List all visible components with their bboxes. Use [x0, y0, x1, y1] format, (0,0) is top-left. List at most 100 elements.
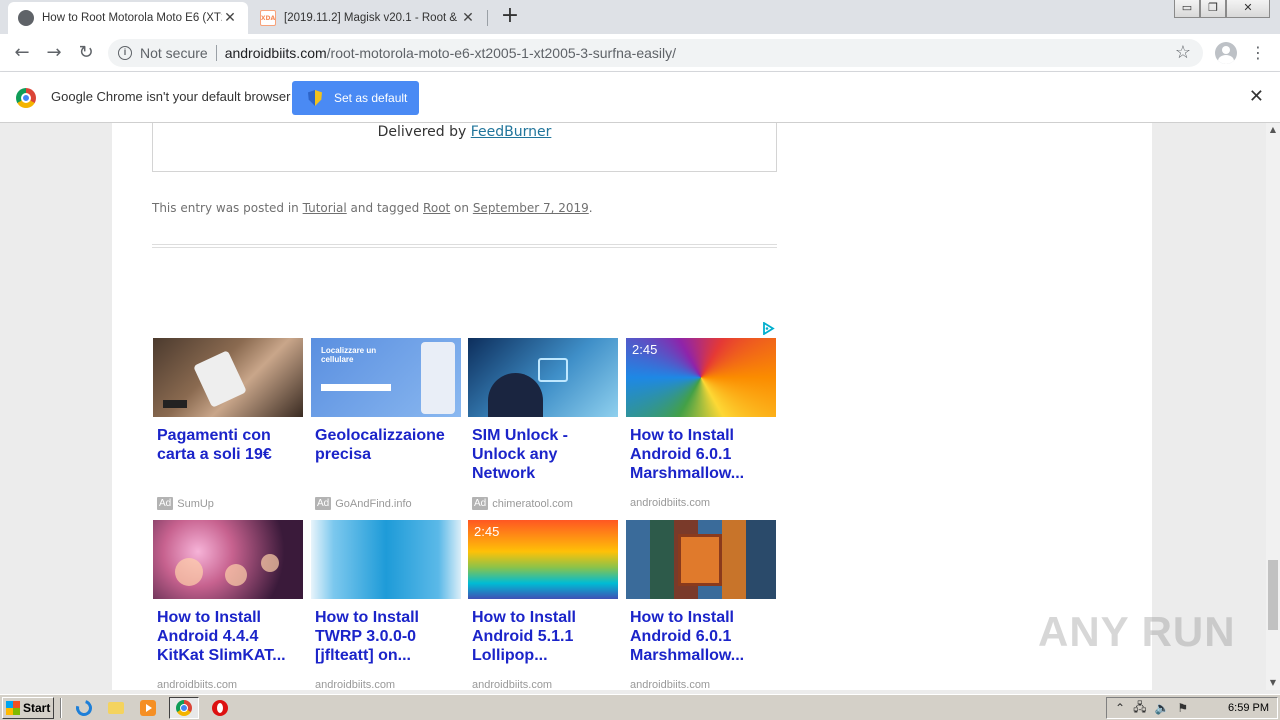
ad-source: androidbiits.com — [626, 679, 778, 690]
anyrun-watermark: ANY RUN — [1038, 608, 1236, 655]
ad-thumbnail[interactable]: 2:45 — [626, 338, 776, 417]
browser-toolbar: ← → ↻ i Not secure androidbiits.com/root… — [0, 34, 1280, 72]
tag-link[interactable]: Root — [423, 201, 450, 215]
category-link[interactable]: Tutorial — [303, 201, 347, 215]
uac-shield-icon — [308, 90, 322, 106]
volume-icon[interactable]: 🔈 — [1154, 701, 1169, 715]
ad-badge: Ad — [472, 497, 489, 510]
ad-card-sumup[interactable]: Pagamenti con carta a soli 19€ Ad SumUp — [153, 338, 305, 510]
ad-headline[interactable]: How to Install Android 5.1.1 Lollipop... — [468, 608, 620, 666]
chrome-logo-icon — [16, 88, 36, 108]
tab-close-icon[interactable]: ✕ — [222, 10, 238, 26]
ad-badge: Ad — [157, 497, 174, 510]
tab-strip: How to Root Motorola Moto E6 (XT2005 ✕ X… — [0, 0, 1280, 34]
ad-thumbnail[interactable] — [153, 338, 303, 417]
scroll-thumb[interactable] — [1268, 560, 1278, 630]
ad-thumbnail[interactable] — [153, 520, 303, 599]
related-card-kitkat[interactable]: How to Install Android 4.4.4 KitKat Slim… — [153, 520, 305, 690]
url-host: androidbiits.com — [224, 45, 327, 61]
chrome-taskbar-icon[interactable] — [169, 696, 199, 719]
windows-logo-icon — [6, 700, 20, 715]
ad-source-name: GoAndFind.info — [335, 497, 412, 510]
scroll-down-arrow-icon[interactable]: ▼ — [1266, 676, 1280, 690]
ad-source-name: androidbiits.com — [315, 679, 396, 690]
back-button[interactable]: ← — [10, 41, 34, 65]
entry-meta: This entry was posted in Tutorial and ta… — [152, 201, 593, 215]
date-link[interactable]: September 7, 2019 — [473, 201, 589, 215]
feedburner-link[interactable]: FeedBurner — [471, 124, 552, 140]
tab-title: How to Root Motorola Moto E6 (XT2005 — [42, 12, 222, 24]
internet-explorer-icon[interactable] — [73, 696, 95, 719]
thumbnail-text: Localizzare un cellulare — [321, 346, 377, 364]
ad-headline[interactable]: How to Install Android 4.4.4 KitKat Slim… — [153, 608, 305, 666]
network-icon[interactable]: 🖧 — [1133, 698, 1146, 719]
set-as-default-label: Set as default — [334, 91, 408, 105]
ad-headline[interactable]: How to Install Android 6.0.1 Marshmallow… — [626, 426, 778, 484]
divider — [152, 247, 777, 248]
tab-magisk[interactable]: XDA [2019.11.2] Magisk v20.1 - Root & Un… — [250, 2, 486, 34]
reload-button[interactable]: ↻ — [74, 41, 98, 65]
ad-source-name: androidbiits.com — [630, 497, 711, 509]
scroll-up-arrow-icon[interactable]: ▲ — [1266, 123, 1280, 137]
opera-icon[interactable] — [209, 697, 231, 719]
ad-thumbnail[interactable] — [626, 520, 776, 599]
windows-taskbar: Start ⌃ 🖧 🔈 ⚑ 6:59 PM — [0, 694, 1280, 720]
ad-thumbnail[interactable] — [311, 520, 461, 599]
ad-headline[interactable]: How to Install TWRP 3.0.0-0 [jflteatt] o… — [311, 608, 463, 666]
ad-card-goandfind[interactable]: Localizzare un cellulare Geolocalizzaion… — [311, 338, 463, 510]
info-icon[interactable]: i — [118, 46, 132, 60]
tray-expand-icon[interactable]: ⌃ — [1115, 701, 1125, 715]
related-card-marshmallow[interactable]: 2:45 How to Install Android 6.0.1 Marshm… — [626, 338, 778, 509]
start-button[interactable]: Start — [2, 696, 54, 719]
media-player-icon[interactable] — [137, 697, 159, 719]
delivered-prefix: Delivered by — [377, 124, 471, 140]
ad-source: androidbiits.com — [153, 679, 305, 690]
infobar-message: Google Chrome isn't your default browser — [51, 89, 291, 104]
tab-title: [2019.11.2] Magisk v20.1 - Root & Un — [284, 12, 460, 24]
adchoices-icon[interactable] — [762, 322, 775, 335]
related-card-lollipop[interactable]: 2:45 How to Install Android 5.1.1 Lollip… — [468, 520, 620, 690]
minimize-button[interactable]: ▭ — [1174, 0, 1200, 18]
bookmark-star-icon[interactable]: ☆ — [1175, 42, 1191, 63]
new-tab-button[interactable]: + — [498, 5, 522, 29]
ad-headline[interactable]: SIM Unlock - Unlock any Network — [468, 426, 620, 484]
ad-headline[interactable]: Pagamenti con carta a soli 19€ — [153, 426, 305, 484]
ad-source-name: androidbiits.com — [630, 679, 711, 690]
ad-thumbnail[interactable] — [468, 338, 618, 417]
xda-icon: XDA — [260, 10, 276, 26]
ad-card-chimeratool[interactable]: SIM Unlock - Unlock any Network Ad chimer… — [468, 338, 620, 510]
ad-source: androidbiits.com — [311, 679, 463, 690]
ad-thumbnail[interactable]: Localizzare un cellulare — [311, 338, 461, 417]
tab-root-motorola[interactable]: How to Root Motorola Moto E6 (XT2005 ✕ — [8, 2, 248, 34]
delivered-by-text: Delivered by FeedBurner — [153, 124, 776, 140]
ad-source-name: androidbiits.com — [472, 679, 553, 690]
restore-button[interactable]: ❐ — [1200, 0, 1226, 18]
page-scrollbar[interactable]: ▲ ▼ — [1266, 123, 1280, 690]
folder-icon[interactable] — [105, 697, 127, 719]
flag-icon[interactable]: ⚑ — [1177, 701, 1188, 715]
profile-avatar-icon[interactable] — [1215, 42, 1237, 64]
address-bar[interactable]: i Not secure androidbiits.com/root-motor… — [108, 39, 1203, 67]
related-card-marshmallow-2[interactable]: How to Install Android 6.0.1 Marshmallow… — [626, 520, 778, 690]
globe-icon — [18, 10, 34, 26]
forward-button[interactable]: → — [42, 41, 66, 65]
ad-source-name: androidbiits.com — [157, 679, 238, 690]
ad-headline[interactable]: How to Install Android 6.0.1 Marshmallow… — [626, 608, 778, 666]
tab-separator — [487, 10, 488, 26]
meta-text: . — [588, 201, 593, 215]
ad-thumbnail[interactable]: 2:45 — [468, 520, 618, 599]
ad-source-name: chimeratool.com — [492, 497, 573, 510]
url-path: /root-motorola-moto-e6-xt2005-1-xt2005-3… — [326, 45, 677, 61]
infobar-close-icon[interactable]: ✕ — [1249, 86, 1264, 107]
thumbnail-time: 2:45 — [632, 342, 658, 357]
clock[interactable]: 6:59 PM — [1228, 702, 1269, 714]
related-card-twrp[interactable]: How to Install TWRP 3.0.0-0 [jflteatt] o… — [311, 520, 463, 690]
chrome-menu-icon[interactable]: ⋮ — [1250, 42, 1266, 64]
ad-source-name: SumUp — [177, 497, 214, 510]
set-as-default-button[interactable]: Set as default — [292, 81, 419, 115]
start-label: Start — [23, 700, 51, 715]
close-window-button[interactable]: ✕ — [1226, 0, 1270, 18]
tab-close-icon[interactable]: ✕ — [460, 10, 476, 26]
ad-headline[interactable]: Geolocalizzaione precisa — [311, 426, 463, 484]
taskbar-separator — [60, 697, 62, 718]
